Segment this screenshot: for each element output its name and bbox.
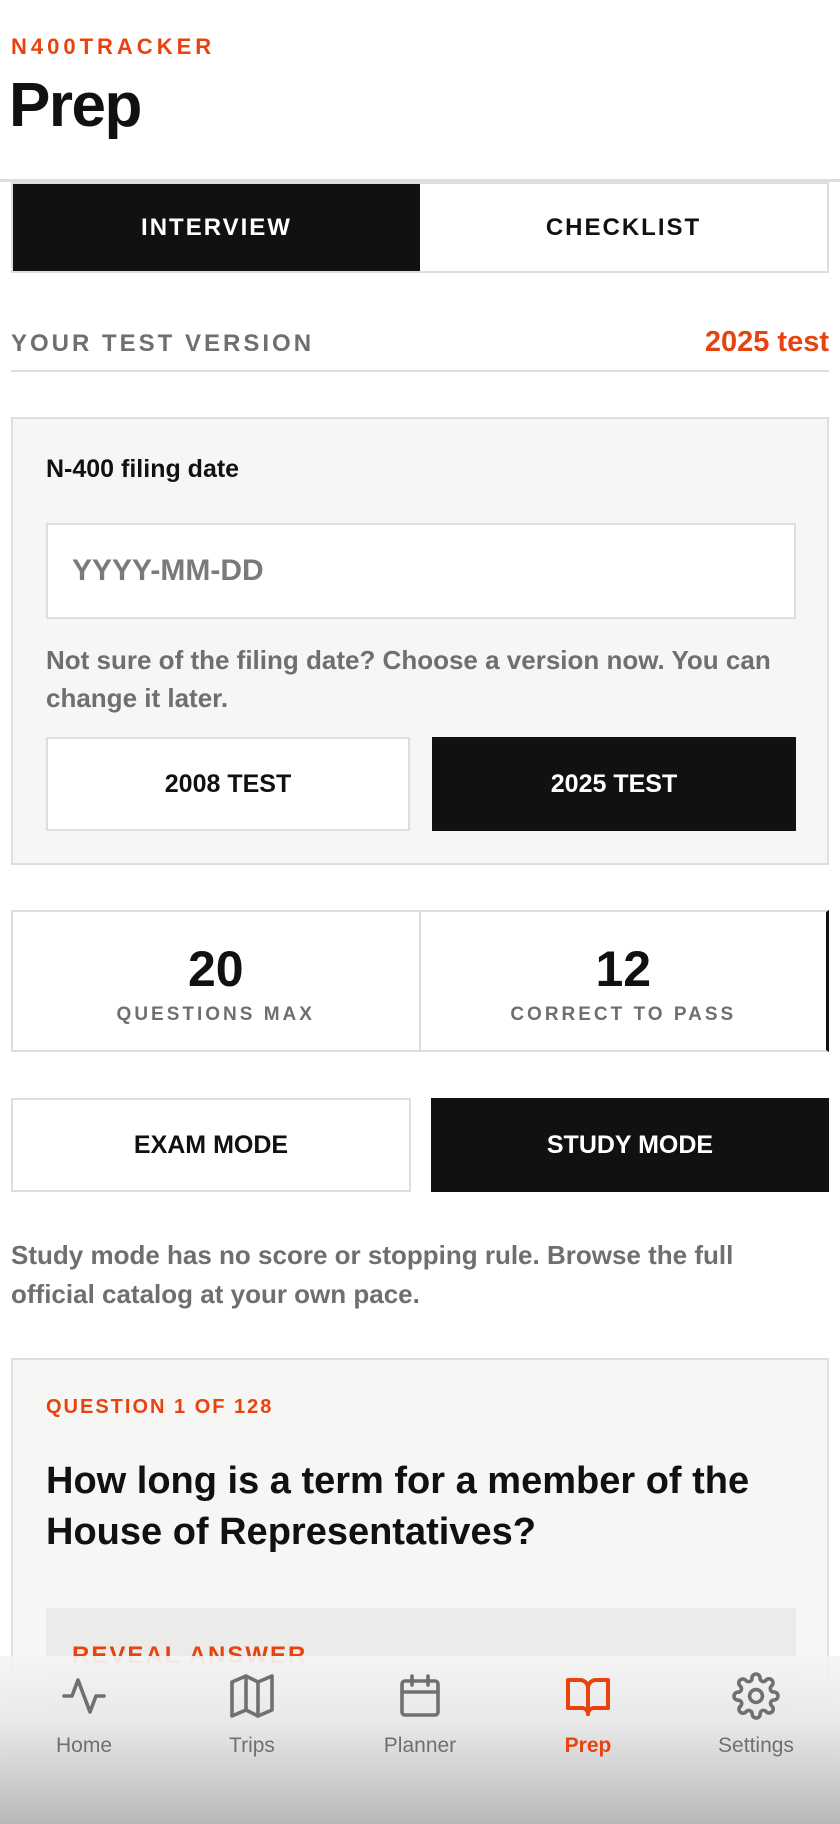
test-version-value: 2025 test	[704, 326, 829, 358]
gear-icon	[732, 1672, 780, 1720]
page-title: Prep	[9, 71, 142, 140]
stat-label: QUESTIONS MAX	[116, 1004, 315, 1025]
nav-label: Settings	[718, 1734, 794, 1757]
nav-item-trips[interactable]: Trips	[168, 1656, 336, 1824]
exam-mode-button[interactable]: EXAM MODE	[11, 1098, 411, 1192]
test-version-label: YOUR TEST VERSION	[11, 330, 315, 357]
test-stats: 20 QUESTIONS MAX 12 CORRECT TO PASS	[11, 910, 829, 1052]
mode-description: Study mode has no score or stopping rule…	[11, 1240, 734, 1309]
calendar-icon	[400, 1674, 440, 1717]
stat-label: CORRECT TO PASS	[510, 1004, 737, 1025]
filing-date-input[interactable]	[46, 523, 796, 619]
question-text: How long is a term for a member of the H…	[46, 1460, 750, 1553]
prep-tabs: INTERVIEW CHECKLIST	[11, 182, 829, 273]
filing-date-label: N-400 filing date	[46, 455, 240, 483]
prep-screen: N400TRACKER Prep INTERVIEW CHECKLIST YOU…	[0, 0, 840, 1824]
tab-interview[interactable]: INTERVIEW	[13, 184, 420, 271]
bottom-nav: Home Trips Planner Prep Settings	[0, 1656, 840, 1824]
nav-label: Prep	[564, 1734, 612, 1757]
nav-item-settings[interactable]: Settings	[672, 1656, 840, 1824]
nav-label: Planner	[383, 1734, 457, 1757]
test-2008-button[interactable]: 2008 TEST	[46, 737, 410, 831]
tab-checklist[interactable]: CHECKLIST	[420, 184, 827, 271]
nav-item-prep[interactable]: Prep	[504, 1656, 672, 1824]
nav-label: Trips	[229, 1734, 275, 1757]
nav-label: Home	[55, 1734, 113, 1757]
filing-date-note: Not sure of the filing date? Choose a ve…	[46, 645, 771, 713]
question-counter: QUESTION 1 OF 128	[46, 1396, 274, 1418]
test-version-row: YOUR TEST VERSION 2025 test	[11, 322, 829, 372]
map-icon	[230, 1674, 274, 1718]
stat-value: 20	[187, 941, 244, 997]
stat-correct-to-pass: 12 CORRECT TO PASS	[418, 912, 827, 1050]
book-open-icon	[566, 1678, 610, 1716]
app-header: N400TRACKER Prep	[0, 0, 840, 182]
test-2025-button[interactable]: 2025 TEST	[432, 737, 796, 831]
filing-date-card: N-400 filing date Not sure of the filing…	[11, 417, 829, 865]
stat-value: 12	[595, 941, 652, 997]
study-mode-button[interactable]: STUDY MODE	[431, 1098, 829, 1192]
nav-item-home[interactable]: Home	[0, 1656, 168, 1824]
brand-name: N400TRACKER	[11, 34, 216, 59]
nav-item-planner[interactable]: Planner	[336, 1656, 504, 1824]
stat-questions-max: 20 QUESTIONS MAX	[13, 912, 419, 1050]
activity-icon	[62, 1678, 106, 1714]
